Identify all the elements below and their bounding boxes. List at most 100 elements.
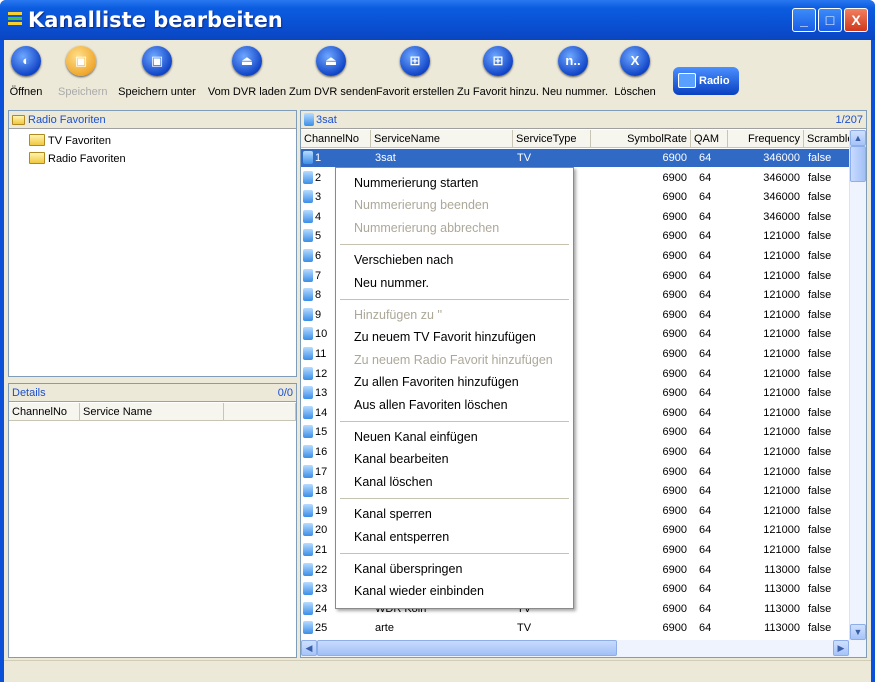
toolbar-button-label: Speichern [58,86,108,98]
table-row[interactable]: 1 3sat TV 6900 64 346000 false [301,149,850,167]
menu-item[interactable]: Neu nummer. [354,273,429,293]
cell-symbol: 6900 [593,404,687,422]
scrollbar-thumb[interactable] [317,640,617,656]
cell-freq: 121000 [730,345,800,363]
tv-channel-icon [303,523,313,537]
maximize-button[interactable]: □ [818,8,842,32]
cell-freq: 346000 [730,188,800,206]
column-header-frequency[interactable]: Frequency [728,130,804,148]
tree-item-radio-favoriten[interactable]: Radio Favoriten [29,151,126,167]
scroll-down-arrow-icon[interactable]: ▼ [850,624,866,640]
cell-freq: 121000 [730,482,800,500]
menu-item[interactable]: Aus allen Favoriten löschen [354,395,508,415]
status-bar [4,660,871,682]
cell-text: false [808,485,832,498]
column-header-channelno[interactable]: ChannelNo [9,403,80,421]
column-header-servicetype[interactable]: ServiceType [513,130,591,148]
toolbar-button-download[interactable]: ⏏ Vom DVR laden [207,46,287,98]
upload-icon: ⏏ [316,46,346,76]
menu-separator [340,244,569,246]
cell-text: 6900 [662,152,687,164]
cell-text: TV [517,622,532,635]
menu-item[interactable]: Kanal sperren [354,504,432,524]
tv-channel-icon [303,386,313,400]
column-header-channelno[interactable]: ChannelNo [301,130,371,148]
toolbar-button-upload[interactable]: ⏏ Zum DVR senden [289,46,376,98]
cell-text: 64 [699,524,712,537]
scroll-left-arrow-icon[interactable]: ◀ [301,640,317,656]
minimize-button[interactable]: _ [792,8,816,32]
radio-label: Radio [699,75,730,87]
cell-symbol: 6900 [593,188,687,206]
cell-text: 121000 [763,446,800,458]
download-icon: ⏏ [232,46,262,76]
scroll-up-arrow-icon[interactable]: ▲ [850,130,866,146]
cell-text: 121000 [763,308,800,321]
close-button[interactable]: X [844,8,868,32]
column-header-qam[interactable]: QAM [691,130,728,148]
radio-toggle-button[interactable]: Radio [673,67,739,95]
horizontal-scrollbar[interactable]: ◀ ▶ [301,640,866,657]
cell-text: 6900 [662,465,687,478]
column-header-scramble[interactable]: Scramble [804,130,850,148]
cell-text: 6900 [662,406,687,419]
cell-symbol: 6900 [593,600,687,618]
menu-item[interactable]: Kanal entsperren [354,527,449,547]
cell-text: 64 [699,583,712,596]
delete-icon: X [620,46,650,76]
toolbar-button-renumber[interactable]: n.. Neu nummer. [542,46,608,98]
column-header-servicename[interactable]: ServiceName [371,130,513,148]
cell-freq: 121000 [730,247,800,265]
toolbar-button-delete[interactable]: X Löschen [610,46,660,98]
cell-text: 346000 [763,171,800,184]
title-bar[interactable]: Kanalliste bearbeiten _ □ X [0,0,875,40]
cell-symbol: 6900 [593,463,687,481]
toolbar-button-label: Favorit erstellen [375,86,455,98]
menu-item[interactable]: Zu neuem TV Favorit hinzufügen [354,327,536,347]
menu-item[interactable]: Kanal bearbeiten [354,449,449,469]
cell-scr: false [808,561,848,579]
vertical-scrollbar[interactable]: ▲ ▼ [849,130,866,640]
cell-symbol: 6900 [593,306,687,324]
menu-item[interactable]: Kanal wieder einbinden [354,581,484,601]
toolbar-button-save-as[interactable]: ▣ Speichern unter [114,46,200,98]
scroll-right-arrow-icon[interactable]: ▶ [833,640,849,656]
scrollbar-thumb[interactable] [850,146,866,182]
menu-item[interactable]: Kanal löschen [354,472,433,492]
cell-freq: 113000 [730,580,800,598]
cell-text: 121000 [763,367,800,380]
tv-channel-icon [303,249,313,262]
cell-text: 64 [699,563,712,576]
table-row[interactable]: 25 arte TV 6900 64 113000 false [301,619,850,637]
cell-text: false [808,367,832,380]
cell-text: 6900 [662,524,687,537]
cell-text: 5 [315,230,322,243]
tv-channel-icon [303,347,313,360]
menu-item[interactable]: Zu allen Favoriten hinzufügen [354,372,519,392]
toolbar-button-open[interactable]: ◐ Öffnen [6,46,46,98]
create-favorite-icon: ⊞ [400,46,430,76]
cell-freq: 346000 [730,169,800,187]
cell-text: 1 [315,152,322,164]
menu-item[interactable]: Kanal überspringen [354,559,462,579]
app-icon [8,12,22,26]
menu-item[interactable]: Verschieben nach [354,250,453,270]
details-count: 0/0 [277,387,293,399]
column-header-symbolrate[interactable]: SymbolRate [591,130,691,148]
cell-name: 3sat [375,149,511,167]
cell-scr: false [808,188,848,206]
cell-qam: 64 [699,619,727,637]
toolbar-button-create-favorite[interactable]: ⊞ Favorit erstellen [373,46,457,98]
menu-item[interactable]: Nummerierung starten [354,173,478,193]
cell-text: 18 [315,485,328,498]
tree-item-tv-favoriten[interactable]: TV Favoriten [29,133,111,149]
toolbar-button-label: Löschen [614,86,656,98]
cell-qam: 64 [699,561,727,579]
cell-scr: false [808,149,848,167]
menu-item[interactable]: Neuen Kanal einfügen [354,427,478,447]
tv-channel-icon [303,170,313,184]
cell-freq: 121000 [730,521,800,539]
column-header-service-name[interactable]: Service Name [80,403,224,421]
toolbar-button-add-favorite[interactable]: ⊞ Zu Favorit hinzu. [453,46,543,98]
cell-freq: 121000 [730,463,800,481]
